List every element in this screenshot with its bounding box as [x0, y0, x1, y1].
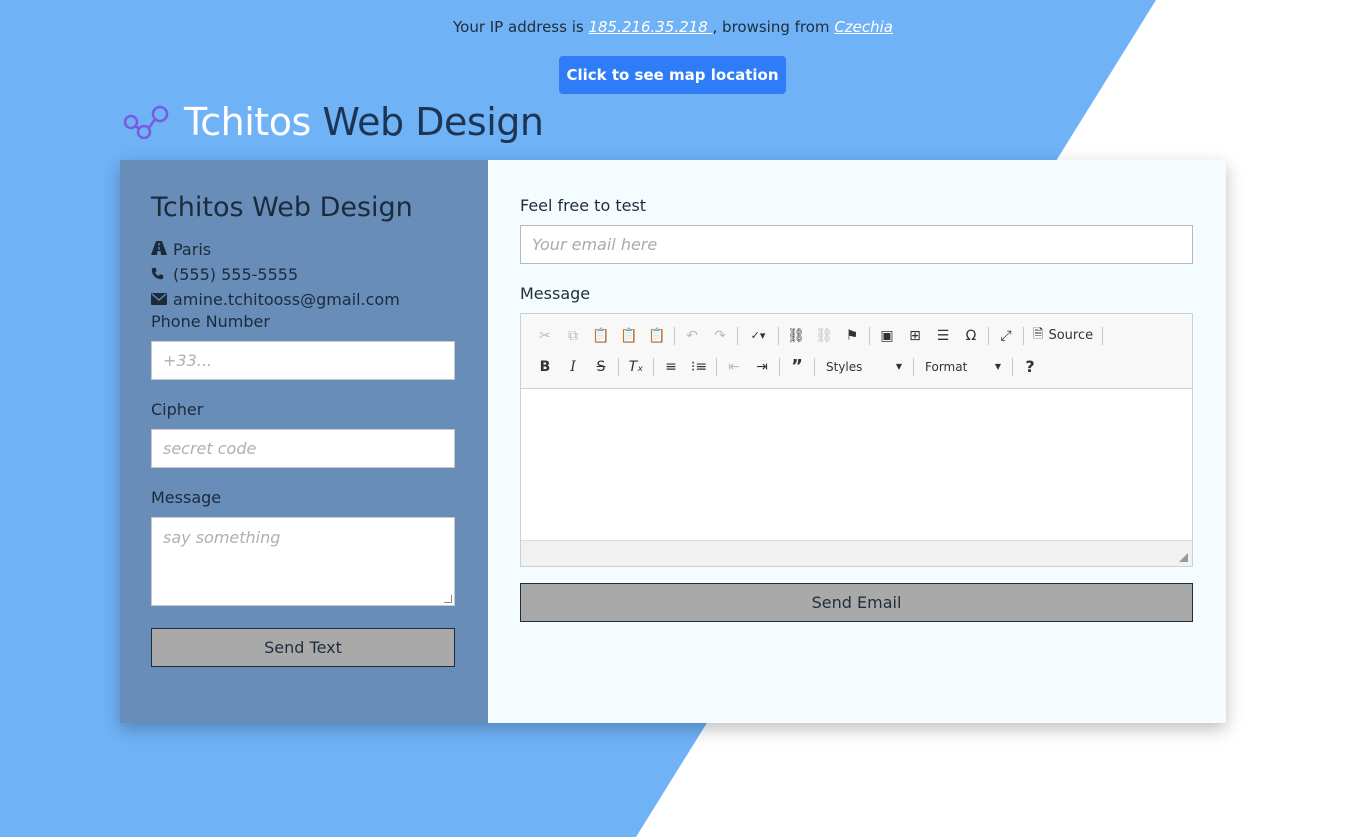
right-message-label: Message [520, 284, 591, 303]
toolbar-separator [988, 326, 989, 345]
rich-text-editor: ✂ ⧉ 📋 📋 📋 ↶ ↷ ✓▾ ⛓ ⛓ ⚑ ▣ ⊞ ☰ Ω ⤢ 🗎 Sourc… [520, 313, 1193, 567]
copy-icon[interactable]: ⧉ [559, 324, 587, 348]
maximize-icon[interactable]: ⤢ [992, 324, 1020, 348]
chevron-down-icon: ▼ [994, 362, 1001, 371]
map-location-button[interactable]: Click to see map location [559, 56, 786, 94]
undo-icon[interactable]: ↶ [678, 324, 706, 348]
phone-number-label: Phone Number [151, 312, 270, 331]
email-text: amine.tchitooss@gmail.com [173, 290, 400, 309]
toolbar-separator [1012, 357, 1013, 376]
decrease-indent-icon[interactable]: ⇤ [720, 355, 748, 379]
table-icon[interactable]: ⊞ [901, 324, 929, 348]
toolbar-separator [618, 357, 619, 376]
contact-card: Tchitos Web Design Paris (555) 555-5555 … [120, 160, 1226, 723]
toolbar-separator [913, 357, 914, 376]
editor-toolbar: ✂ ⧉ 📋 📋 📋 ↶ ↷ ✓▾ ⛓ ⛓ ⚑ ▣ ⊞ ☰ Ω ⤢ 🗎 Sourc… [521, 314, 1192, 389]
toolbar-separator [779, 357, 780, 376]
molecule-icon [123, 105, 169, 140]
toolbar-separator [869, 326, 870, 345]
blockquote-icon[interactable]: ” [783, 355, 811, 379]
left-panel-title: Tchitos Web Design [151, 192, 413, 223]
editor-footer [521, 540, 1192, 566]
toolbar-row-1: ✂ ⧉ 📋 📋 📋 ↶ ↷ ✓▾ ⛓ ⛓ ⚑ ▣ ⊞ ☰ Ω ⤢ 🗎 Sourc… [531, 320, 1182, 351]
paste-icon[interactable]: 📋 [587, 324, 615, 348]
chevron-down-icon: ▼ [895, 362, 902, 371]
ip-info-bar: Your IP address is 185.216.35.218 , brow… [0, 18, 1346, 36]
phone-placeholder: +33... [163, 351, 213, 370]
left-panel: Tchitos Web Design Paris (555) 555-5555 … [120, 160, 488, 723]
phone-number-input[interactable]: +33... [151, 341, 455, 380]
phone-line: (555) 555-5555 [151, 262, 457, 287]
styles-dropdown[interactable]: Styles ▼ [818, 356, 910, 378]
message-placeholder: say something [163, 528, 281, 547]
horizontal-line-icon[interactable]: ☰ [929, 324, 957, 348]
redo-icon[interactable]: ↷ [706, 324, 734, 348]
send-text-button[interactable]: Send Text [151, 628, 455, 667]
ip-prefix-text: Your IP address is [452, 18, 589, 36]
source-file-icon: 🗎 [1033, 326, 1044, 342]
email-placeholder: Your email here [532, 235, 658, 254]
city-text: Paris [173, 240, 212, 259]
toolbar-separator [1102, 326, 1104, 345]
source-label: Source [1048, 328, 1094, 343]
paste-word-icon[interactable]: 📋 [643, 324, 671, 348]
toolbar-row-2: B I S Tₓ ≡ ⁝≡ ⇤ ⇥ ” Styles ▼ Format ▼ ? [531, 351, 1182, 382]
help-icon[interactable]: ? [1016, 355, 1044, 379]
anchor-flag-icon[interactable]: ⚑ [838, 324, 866, 348]
browsing-from-text: , browsing from [712, 18, 835, 36]
special-char-icon[interactable]: Ω [957, 324, 985, 348]
cipher-label: Cipher [151, 400, 204, 419]
bulleted-list-icon[interactable]: ⁝≡ [685, 355, 713, 379]
numbered-list-icon[interactable]: ≡ [657, 355, 685, 379]
link-icon[interactable]: ⛓ [782, 324, 810, 348]
strikethrough-icon[interactable]: S [587, 355, 615, 379]
toolbar-separator [814, 357, 815, 376]
editor-content-area[interactable] [521, 389, 1192, 540]
cipher-placeholder: secret code [163, 439, 257, 458]
brand-header: Tchitos Web Design [122, 98, 544, 146]
road-icon [151, 237, 169, 262]
format-label: Format [925, 359, 968, 374]
envelope-icon [151, 287, 169, 312]
increase-indent-icon[interactable]: ⇥ [748, 355, 776, 379]
source-button[interactable]: 🗎 Source [1027, 325, 1099, 347]
left-message-label: Message [151, 488, 222, 507]
city-line: Paris [151, 237, 457, 262]
cipher-input[interactable]: secret code [151, 429, 455, 468]
country-link[interactable]: Czechia [834, 18, 893, 36]
spellcheck-icon[interactable]: ✓▾ [741, 324, 775, 348]
resize-handle-icon[interactable] [444, 595, 452, 603]
ip-address-link[interactable]: 185.216.35.218 [588, 18, 712, 36]
styles-label: Styles [826, 359, 863, 374]
left-message-textarea[interactable]: say something [151, 517, 455, 606]
email-test-label: Feel free to test [520, 196, 647, 215]
toolbar-separator [1023, 326, 1024, 345]
toolbar-separator [737, 326, 738, 345]
remove-format-icon[interactable]: Tₓ [622, 355, 650, 379]
send-email-button[interactable]: Send Email [520, 583, 1193, 622]
unlink-icon[interactable]: ⛓ [810, 324, 838, 348]
toolbar-separator [674, 326, 675, 345]
cut-icon[interactable]: ✂ [531, 324, 559, 348]
toolbar-separator [716, 357, 717, 376]
toolbar-separator [653, 357, 654, 376]
bold-icon[interactable]: B [531, 355, 559, 379]
site-title: Tchitos Web Design [184, 100, 544, 144]
italic-icon[interactable]: I [559, 355, 587, 379]
format-dropdown[interactable]: Format ▼ [917, 356, 1009, 378]
email-line: amine.tchitooss@gmail.com [151, 287, 457, 312]
resize-handle-icon[interactable] [1179, 553, 1188, 562]
phone-text: (555) 555-5555 [173, 265, 299, 284]
image-icon[interactable]: ▣ [873, 324, 901, 348]
paste-text-icon[interactable]: 📋 [615, 324, 643, 348]
toolbar-separator [778, 326, 779, 345]
right-panel: Feel free to test Your email here Messag… [488, 160, 1226, 723]
email-input[interactable]: Your email here [520, 225, 1193, 264]
phone-icon [151, 262, 169, 287]
